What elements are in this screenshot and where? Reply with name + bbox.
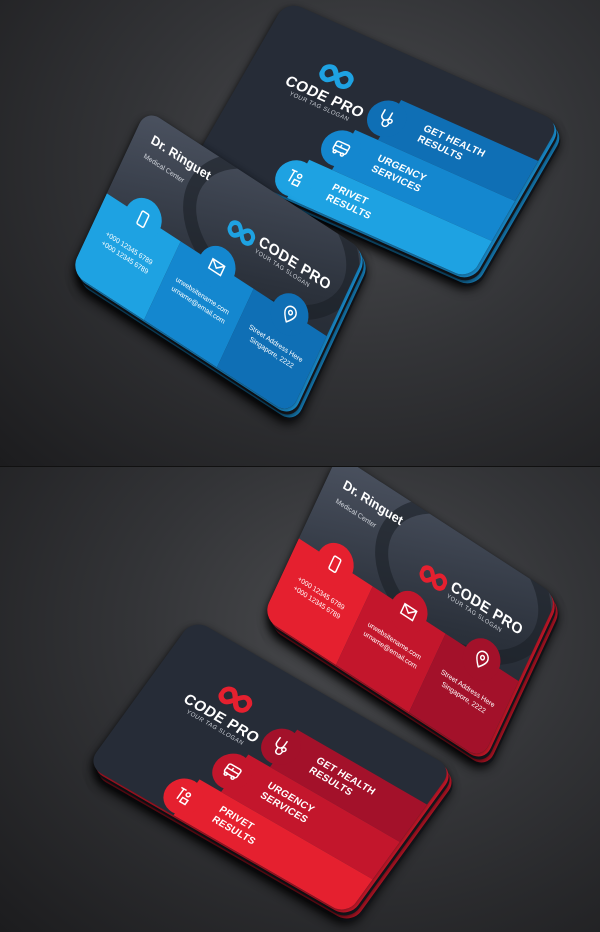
ambulance-icon xyxy=(332,140,351,157)
stethoscope-icon xyxy=(381,109,394,128)
patient-iv-icon xyxy=(288,168,303,188)
location-pin-icon xyxy=(476,650,489,668)
brand-logo: CODE PRO YOUR TAG SLOGAN xyxy=(279,50,380,127)
envelope-icon xyxy=(399,602,418,622)
location-pin-icon xyxy=(284,305,297,323)
ambulance-icon xyxy=(223,763,242,780)
phone-icon xyxy=(328,555,342,573)
envelope-icon xyxy=(207,257,226,277)
stethoscope-icon xyxy=(275,736,289,755)
blue-cards-mockup: CODE PRO YOUR TAG SLOGAN GET HEALTH RESUL… xyxy=(0,0,600,466)
patient-iv-icon xyxy=(176,786,192,806)
red-cards-mockup: Dr. Ringuet Medical Center CODE PRO YOUR… xyxy=(0,466,600,932)
phone-icon xyxy=(136,210,150,228)
